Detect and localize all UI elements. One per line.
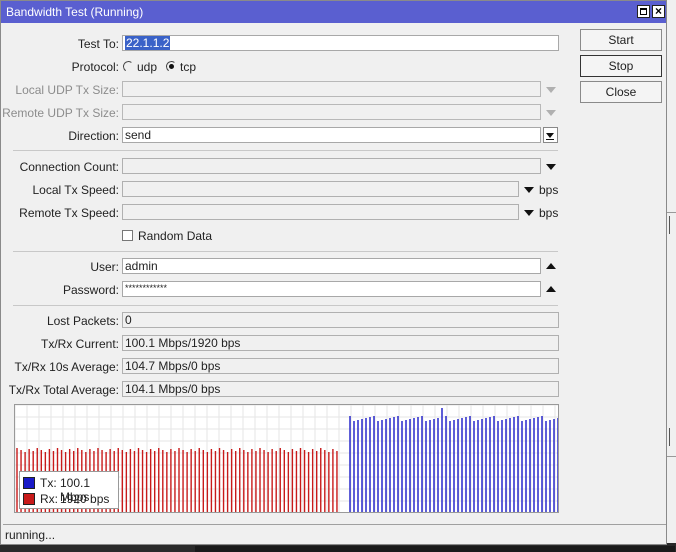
local-tx-unit: bps <box>539 183 559 197</box>
avg10-label: Tx/Rx 10s Average: <box>14 360 120 374</box>
random-data-label: Random Data <box>138 229 213 243</box>
total-label: Tx/Rx Total Average: <box>8 383 119 397</box>
user-value: admin <box>125 259 158 273</box>
total-value: 104.1 Mbps/0 bps <box>125 382 221 396</box>
remote-udp-dropdown-icon[interactable] <box>546 110 556 116</box>
user-label: User: <box>90 260 119 274</box>
password-value: ************ <box>125 283 168 293</box>
stop-button[interactable]: Stop <box>580 55 662 77</box>
password-row: Password: <box>1 281 119 299</box>
protocol-udp-label: udp <box>137 60 158 74</box>
legend-tx-label: Tx: <box>40 476 57 490</box>
maximize-icon[interactable] <box>637 5 650 18</box>
current-label: Tx/Rx Current: <box>40 337 119 351</box>
separator <box>13 251 558 252</box>
close-icon[interactable]: × <box>652 5 665 18</box>
user-row: User: <box>1 258 119 276</box>
traffic-graph: Tx: 100.1 Mbps Rx: 1920 bps <box>14 404 559 513</box>
separator <box>13 150 558 151</box>
local-tx-label: Local Tx Speed: <box>32 183 119 197</box>
remote-tx-unit: bps <box>539 206 559 220</box>
graph-legend: Tx: 100.1 Mbps Rx: 1920 bps <box>19 471 119 509</box>
total-field: 104.1 Mbps/0 bps <box>122 381 559 397</box>
window-title: Bandwidth Test (Running) <box>6 5 144 19</box>
remote-tx-input[interactable] <box>122 204 519 220</box>
protocol-row: Protocol: <box>1 58 119 76</box>
direction-value: send <box>125 128 152 142</box>
direction-label: Direction: <box>68 129 119 143</box>
test-to-row: Test To: <box>1 35 119 53</box>
avg10-value: 104.7 Mbps/0 bps <box>125 359 221 373</box>
current-value: 100.1 Mbps/1920 bps <box>125 336 241 350</box>
local-tx-input[interactable] <box>122 181 519 197</box>
password-label: Password: <box>62 283 119 297</box>
protocol-label: Protocol: <box>71 60 119 74</box>
remote-tx-row: Remote Tx Speed: <box>1 204 119 222</box>
avg10-row: Tx/Rx 10s Average: <box>1 358 120 376</box>
test-to-label: Test To: <box>77 37 119 51</box>
lost-packets-value: 0 <box>125 313 132 327</box>
status-bar: running... <box>3 524 666 544</box>
random-data-checkbox[interactable] <box>122 230 133 241</box>
lost-packets-label: Lost Packets: <box>46 314 119 328</box>
password-collapse-icon[interactable] <box>546 286 556 292</box>
remote-tx-dropdown-icon[interactable] <box>524 210 534 216</box>
test-to-input[interactable]: 22.1.1.2 <box>122 35 559 51</box>
remote-udp-row: Remote UDP Tx Size: <box>1 104 119 122</box>
title-bar[interactable]: Bandwidth Test (Running) × <box>1 1 666 23</box>
connection-count-label: Connection Count: <box>19 160 119 174</box>
remote-udp-input[interactable] <box>122 104 541 120</box>
remote-udp-label: Remote UDP Tx Size: <box>2 106 119 120</box>
protocol-tcp-label: tcp <box>180 60 197 74</box>
direction-select[interactable]: send <box>122 127 541 143</box>
local-tx-row: Local Tx Speed: <box>1 181 119 199</box>
protocol-tcp-radio[interactable] <box>166 61 177 72</box>
close-button[interactable]: Close <box>580 81 662 103</box>
local-tx-dropdown-icon[interactable] <box>524 187 534 193</box>
user-input[interactable]: admin <box>122 258 541 274</box>
status-text: running... <box>5 528 56 542</box>
chevron-down-icon <box>546 133 554 138</box>
avg10-field: 104.7 Mbps/0 bps <box>122 358 559 374</box>
legend-tx-swatch <box>23 477 35 489</box>
direction-dropdown-button[interactable] <box>543 127 558 143</box>
test-to-value: 22.1.1.2 <box>125 36 171 50</box>
connection-count-dropdown-icon[interactable] <box>546 164 556 170</box>
bandwidth-test-window: Bandwidth Test (Running) × Test To: 22.1… <box>0 0 667 545</box>
legend-rx-swatch <box>23 493 35 505</box>
legend-rx-value: 1920 bps <box>60 492 110 506</box>
lost-packets-field: 0 <box>122 312 559 328</box>
dropdown-underline <box>546 139 554 140</box>
start-button[interactable]: Start <box>580 29 662 51</box>
current-field: 100.1 Mbps/1920 bps <box>122 335 559 351</box>
legend-rx-label: Rx: <box>40 492 58 506</box>
local-udp-label: Local UDP Tx Size: <box>15 83 119 97</box>
password-input[interactable]: ************ <box>122 281 541 297</box>
local-udp-dropdown-icon[interactable] <box>546 87 556 93</box>
current-row: Tx/Rx Current: <box>1 335 119 353</box>
local-udp-row: Local UDP Tx Size: <box>1 81 119 99</box>
connection-count-input[interactable] <box>122 158 541 174</box>
connection-count-row: Connection Count: <box>1 158 119 176</box>
user-collapse-icon[interactable] <box>546 263 556 269</box>
local-udp-input[interactable] <box>122 81 541 97</box>
separator <box>13 305 558 306</box>
direction-row: Direction: <box>1 127 119 145</box>
total-row: Tx/Rx Total Average: <box>1 381 119 399</box>
protocol-udp-radio[interactable] <box>123 61 134 72</box>
remote-tx-label: Remote Tx Speed: <box>19 206 119 220</box>
lost-packets-row: Lost Packets: <box>1 312 119 330</box>
